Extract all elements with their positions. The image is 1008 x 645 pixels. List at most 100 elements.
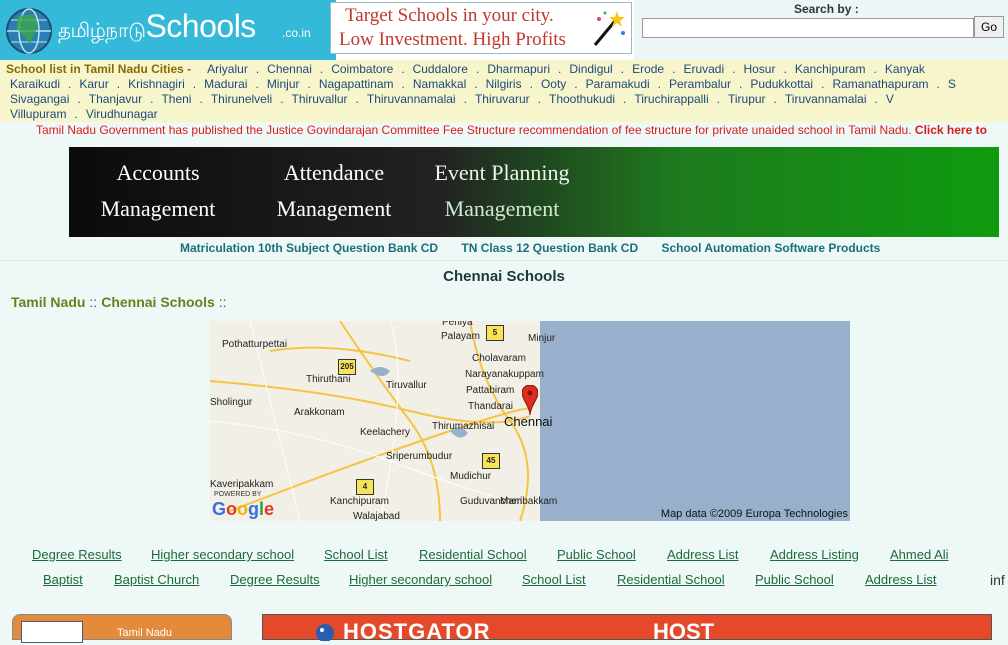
city-link[interactable]: Theni bbox=[161, 92, 191, 106]
related-link[interactable]: Degree Results bbox=[230, 572, 320, 587]
notice-link[interactable]: Click here to bbox=[915, 123, 987, 137]
city-separator: . bbox=[192, 77, 197, 91]
breadcrumb: Tamil Nadu:: Chennai Schools:: bbox=[11, 294, 231, 310]
promo-event-planning[interactable]: Event Planning Management bbox=[425, 155, 579, 227]
city-link[interactable]: Krishnagiri bbox=[128, 77, 185, 91]
site-logo[interactable]: தமிழ்நாடுSchools .co.in bbox=[0, 0, 336, 60]
chennai-map[interactable]: Peniya Palayam Minjur Pothatturpettai Cholav… bbox=[210, 321, 850, 521]
city-link[interactable]: Dindigul bbox=[569, 62, 612, 76]
ad-banner[interactable]: Target Schools in your city. Low Investm… bbox=[330, 2, 632, 54]
city-link[interactable]: V bbox=[886, 92, 894, 106]
city-link[interactable]: Virudhunagar bbox=[86, 107, 158, 121]
related-link[interactable]: Address List bbox=[865, 572, 937, 587]
promo-attendance-management[interactable]: Attendance Management bbox=[259, 155, 409, 227]
related-link[interactable]: Higher secondary school bbox=[151, 547, 294, 562]
city-link[interactable]: Coimbatore bbox=[331, 62, 393, 76]
page-title: Chennai Schools bbox=[443, 268, 565, 285]
breadcrumb-root[interactable]: Tamil Nadu bbox=[11, 294, 85, 310]
city-link[interactable]: Karur bbox=[79, 77, 108, 91]
city-link[interactable]: Karaikudi bbox=[10, 77, 60, 91]
city-separator: . bbox=[116, 77, 121, 91]
related-link[interactable]: Baptist bbox=[43, 572, 83, 587]
google-logo[interactable]: Google bbox=[212, 499, 274, 520]
related-link[interactable]: School List bbox=[522, 572, 586, 587]
city-link[interactable]: S bbox=[948, 77, 956, 91]
city-link[interactable]: Ramanathapuram bbox=[832, 77, 928, 91]
city-link[interactable]: Dharmapuri bbox=[487, 62, 550, 76]
city-line-4: Villupuram. Virudhunagar bbox=[10, 107, 158, 121]
promo-accounts-management[interactable]: Accounts Management bbox=[81, 155, 235, 227]
search-input[interactable] bbox=[642, 18, 974, 38]
city-link[interactable]: Villupuram bbox=[10, 107, 66, 121]
tail-text: inf bbox=[990, 572, 1005, 588]
related-link[interactable]: Residential School bbox=[617, 572, 725, 587]
sidebar-box-title: Tamil Nadu bbox=[117, 627, 173, 639]
city-separator: . bbox=[873, 62, 877, 76]
ad-line-2: Low Investment. High Profits bbox=[339, 29, 566, 50]
promo-banner[interactable]: Accounts Management Attendance Management … bbox=[69, 147, 999, 237]
map-town-label: Sholingur bbox=[210, 397, 253, 408]
city-link[interactable]: Tirupur bbox=[728, 92, 766, 106]
city-link[interactable]: Thoothukudi bbox=[549, 92, 615, 106]
city-separator: . bbox=[463, 92, 467, 106]
city-link[interactable]: Hosur bbox=[743, 62, 775, 76]
city-link[interactable]: Thiruvallur bbox=[292, 92, 348, 106]
city-link[interactable]: Tiruvannamalai bbox=[785, 92, 867, 106]
map-town-label: Pattabiram bbox=[466, 385, 515, 396]
map-town-label: Cholavaram bbox=[472, 353, 526, 364]
city-link[interactable]: Ariyalur bbox=[207, 62, 248, 76]
city-link[interactable]: Thirunelveli bbox=[211, 92, 272, 106]
map-marker-icon[interactable] bbox=[522, 385, 538, 415]
city-link[interactable]: Nagapattinam bbox=[319, 77, 394, 91]
map-town-label: Peniya bbox=[442, 321, 473, 328]
go-button[interactable]: Go bbox=[974, 16, 1004, 38]
city-link[interactable]: Nilgiris bbox=[486, 77, 522, 91]
logo-tld: .co.in bbox=[282, 26, 311, 40]
city-separator: . bbox=[716, 92, 720, 106]
related-link[interactable]: School List bbox=[324, 547, 388, 562]
fee-notice: Tamil Nadu Government has published the … bbox=[0, 122, 1008, 138]
city-separator: . bbox=[773, 92, 777, 106]
city-separator: . bbox=[874, 92, 878, 106]
city-link[interactable]: Sivagangai bbox=[10, 92, 69, 106]
map-town-label: Thiruthani bbox=[306, 374, 351, 385]
related-link[interactable]: Ahmed Ali bbox=[890, 547, 949, 562]
city-list-title: School list in Tamil Nadu Cities - bbox=[6, 62, 192, 76]
product-link-class12[interactable]: TN Class 12 Question Bank CD bbox=[461, 241, 638, 255]
map-town-label: Sriperumbudur bbox=[386, 451, 453, 462]
city-link[interactable]: Ooty bbox=[541, 77, 566, 91]
logo-text: தமிழ்நாடுSchools bbox=[58, 8, 256, 44]
city-link[interactable]: Paramakudi bbox=[586, 77, 650, 91]
city-link[interactable]: Cuddalore bbox=[413, 62, 468, 76]
city-link[interactable]: Kanchipuram bbox=[795, 62, 866, 76]
product-link-matric[interactable]: Matriculation 10th Subject Question Bank… bbox=[180, 241, 438, 255]
city-link[interactable]: Eruvadi bbox=[683, 62, 724, 76]
city-link[interactable]: Pudukkottai bbox=[750, 77, 813, 91]
city-separator: . bbox=[319, 62, 324, 76]
city-link[interactable]: Kanyak bbox=[885, 62, 925, 76]
related-link[interactable]: Degree Results bbox=[32, 547, 122, 562]
city-link[interactable]: Thiruvarur bbox=[475, 92, 530, 106]
city-link[interactable]: Thanjavur bbox=[89, 92, 142, 106]
city-link[interactable]: Erode bbox=[632, 62, 664, 76]
city-link[interactable]: Thiruvannamalai bbox=[367, 92, 456, 106]
city-link[interactable]: Perambalur bbox=[669, 77, 731, 91]
related-link[interactable]: Baptist Church bbox=[114, 572, 199, 587]
related-link[interactable]: Address Listing bbox=[770, 547, 859, 562]
breadcrumb-current[interactable]: Chennai Schools bbox=[101, 294, 215, 310]
city-link[interactable]: Madurai bbox=[204, 77, 247, 91]
map-town-label: Tiruvallur bbox=[386, 380, 427, 391]
related-link[interactable]: Residential School bbox=[419, 547, 527, 562]
breadcrumb-trail: :: bbox=[218, 294, 227, 310]
city-link[interactable]: Namakkal bbox=[413, 77, 466, 91]
related-link[interactable]: Public School bbox=[755, 572, 834, 587]
city-link[interactable]: Tiruchirappalli bbox=[634, 92, 708, 106]
related-link[interactable]: Higher secondary school bbox=[349, 572, 492, 587]
city-link[interactable]: Minjur bbox=[267, 77, 300, 91]
product-link-software[interactable]: School Automation Software Products bbox=[661, 241, 880, 255]
related-link[interactable]: Public School bbox=[557, 547, 636, 562]
related-link[interactable]: Address List bbox=[667, 547, 739, 562]
city-link[interactable]: Chennai bbox=[267, 62, 312, 76]
hosting-brand: HOSTGATOR bbox=[343, 619, 491, 644]
hosting-ad[interactable]: HOSTGATOR HOST bbox=[262, 614, 992, 644]
